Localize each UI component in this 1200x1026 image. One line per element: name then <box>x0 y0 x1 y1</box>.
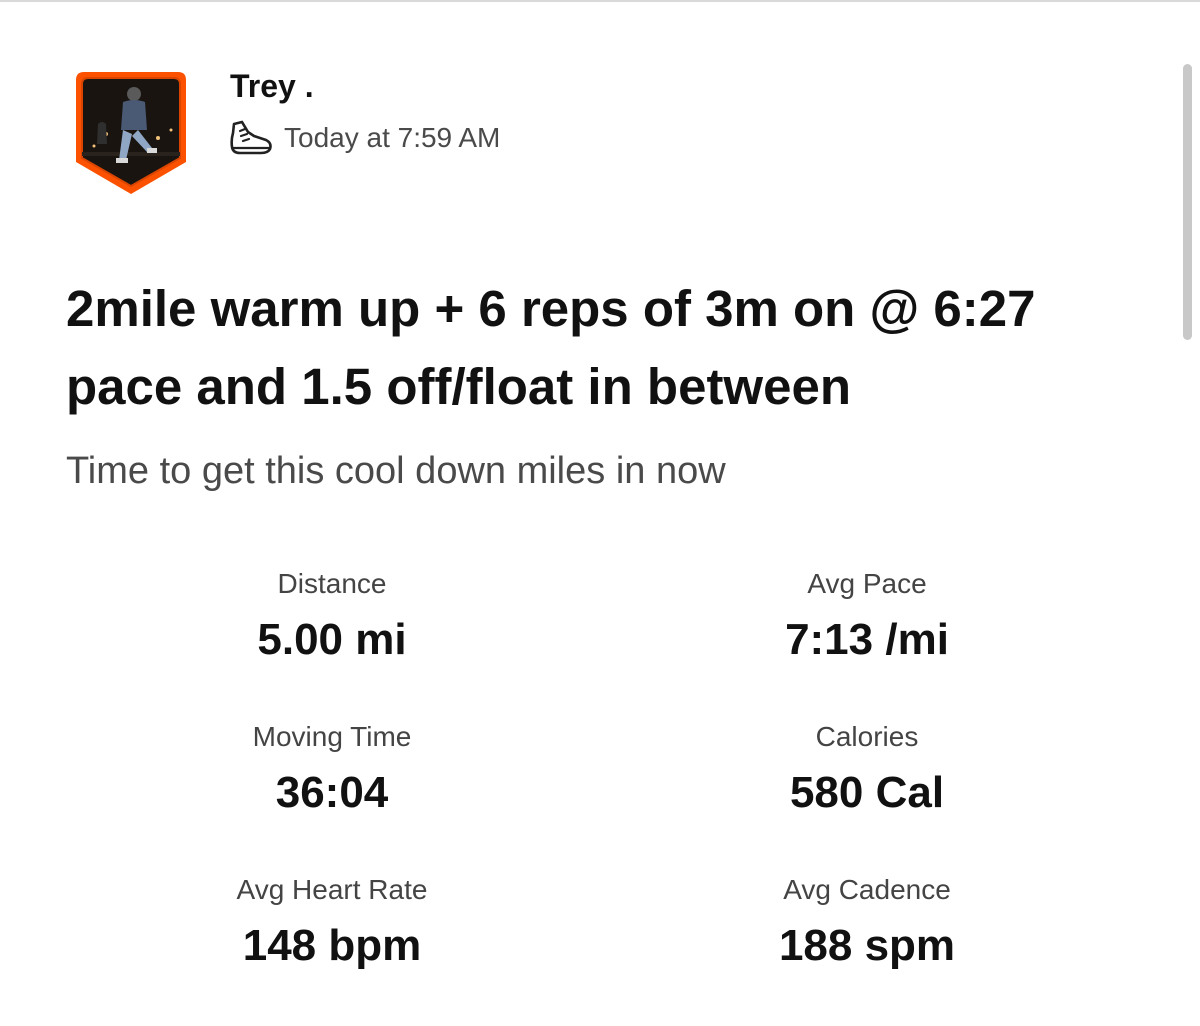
top-divider <box>0 0 1200 2</box>
activity-title: 2mile warm up + 6 reps of 3m on @ 6:27 p… <box>66 280 1036 415</box>
stat-value: 580 Cal <box>789 768 945 817</box>
activity-timestamp: Today at 7:59 AM <box>284 122 501 153</box>
stat-label: Distance <box>277 568 387 599</box>
stat-avg-heart-rate: Avg Heart Rate 148 bpm <box>122 870 542 974</box>
athlete-avatar[interactable] <box>76 72 186 194</box>
stat-label: Avg Cadence <box>783 874 951 905</box>
running-shoe-icon <box>230 120 272 155</box>
stat-value: 36:04 <box>275 768 389 817</box>
stat-value: 7:13 /mi <box>785 615 949 664</box>
vertical-scrollbar[interactable] <box>1183 64 1192 340</box>
activity-meta: Today at 7:59 AM <box>228 118 500 158</box>
stat-label: Moving Time <box>252 721 412 752</box>
stat-label: Avg Pace <box>807 568 927 599</box>
stat-value: 188 spm <box>778 921 956 970</box>
stat-calories: Calories 580 Cal <box>657 717 1077 821</box>
stat-moving-time: Moving Time 36:04 <box>122 717 542 821</box>
stat-avg-pace: Avg Pace 7:13 /mi <box>657 564 1077 668</box>
stat-value: 5.00 mi <box>257 615 407 664</box>
avatar-badge-icon <box>76 72 186 194</box>
stat-label: Avg Heart Rate <box>236 874 428 905</box>
stat-value: 148 bpm <box>242 921 422 970</box>
activity-description: Time to get this cool down miles in now <box>66 450 726 492</box>
stat-distance: Distance 5.00 mi <box>122 564 542 668</box>
stat-label: Calories <box>815 721 919 752</box>
stat-avg-cadence: Avg Cadence 188 spm <box>657 870 1077 974</box>
athlete-name[interactable]: Trey . <box>230 66 314 106</box>
